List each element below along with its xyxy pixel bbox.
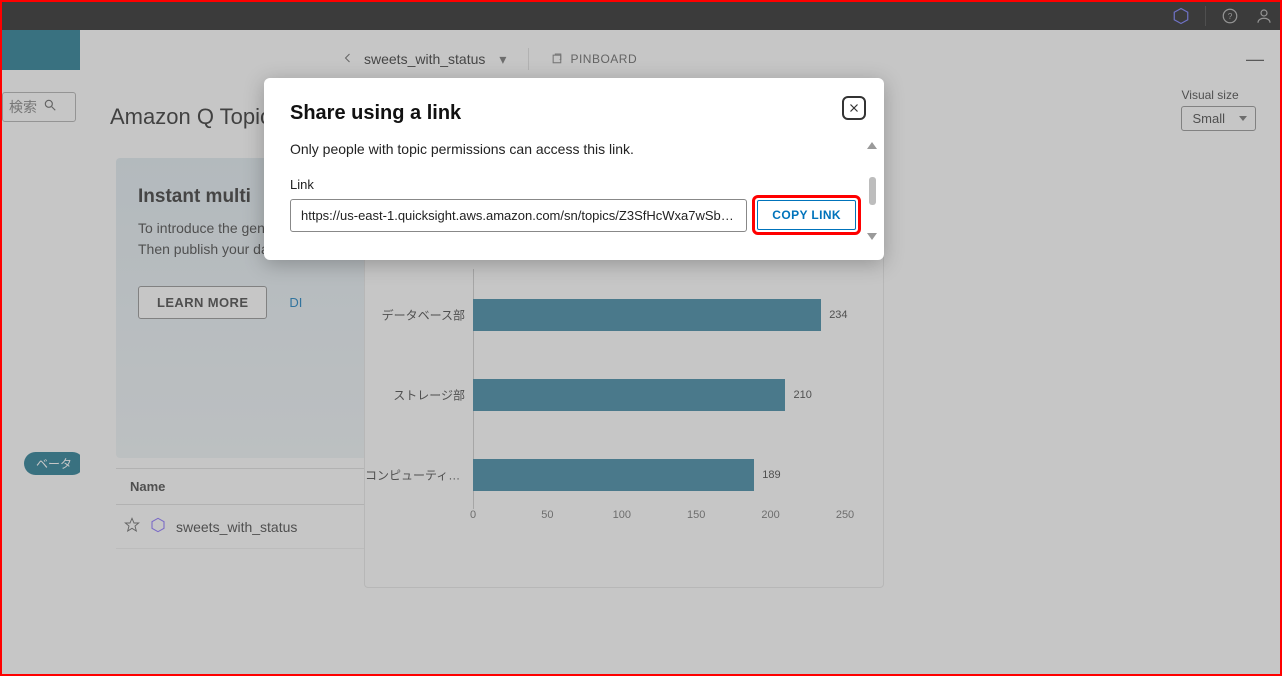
scroll-thumb[interactable] <box>869 177 876 205</box>
copy-link-highlight: COPY LINK <box>755 198 858 232</box>
scroll-down-icon[interactable] <box>867 233 877 240</box>
modal-description: Only people with topic permissions can a… <box>290 141 858 157</box>
close-button[interactable] <box>842 96 866 120</box>
modal-title: Share using a link <box>290 102 858 125</box>
modal-scrollbar[interactable] <box>866 142 878 240</box>
scroll-up-icon[interactable] <box>867 142 877 149</box>
link-label: Link <box>290 177 858 192</box>
link-input[interactable] <box>290 199 747 232</box>
copy-link-button[interactable]: COPY LINK <box>757 200 856 230</box>
share-link-modal: Share using a link Only people with topi… <box>264 78 884 260</box>
